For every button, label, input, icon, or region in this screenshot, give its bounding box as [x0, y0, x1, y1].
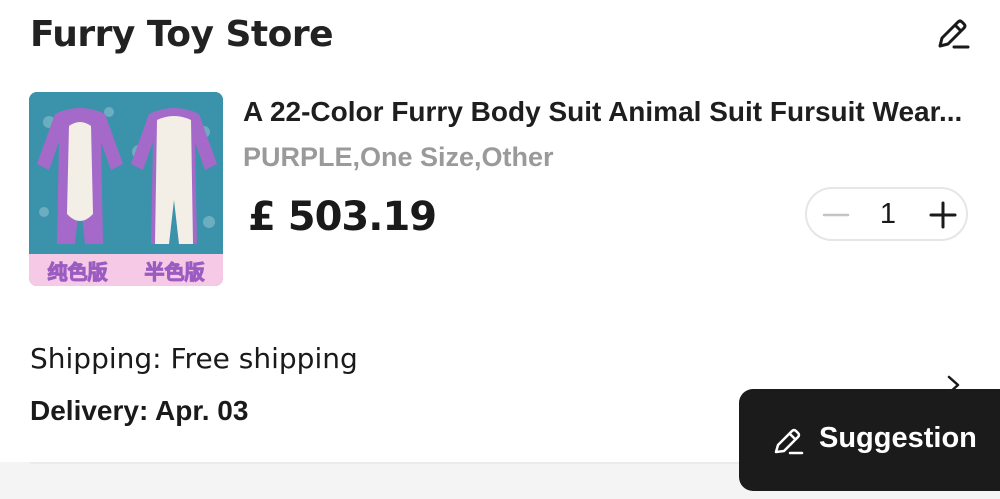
suggestion-button[interactable]: Suggestion	[739, 389, 1000, 491]
delivery-info: Delivery: Apr. 03	[30, 395, 249, 426]
pencil-icon	[774, 428, 804, 455]
caption-solid-color: 纯色版	[47, 259, 108, 284]
fursuit-image	[29, 92, 223, 254]
product-variant[interactable]: PURPLE,One Size,Other	[243, 142, 554, 173]
shipping-info: Shipping: Free shipping	[30, 342, 358, 375]
minus-icon[interactable]	[821, 200, 851, 230]
image-caption: 纯色版 半色版	[29, 254, 223, 286]
caption-half-color: 半色版	[144, 259, 205, 284]
quantity-value: 1	[879, 198, 897, 230]
edit-button[interactable]	[932, 14, 972, 54]
product-image[interactable]: 纯色版 半色版	[29, 92, 223, 286]
product-title[interactable]: A 22-Color Furry Body Suit Animal Suit F…	[243, 96, 963, 128]
plus-icon[interactable]	[928, 200, 958, 230]
quantity-stepper: 1	[805, 187, 968, 241]
pencil-icon	[938, 19, 970, 49]
store-title: Furry Toy Store	[30, 14, 333, 55]
suggestion-label: Suggestion	[819, 422, 977, 454]
product-price: £ 503.19	[248, 194, 437, 240]
